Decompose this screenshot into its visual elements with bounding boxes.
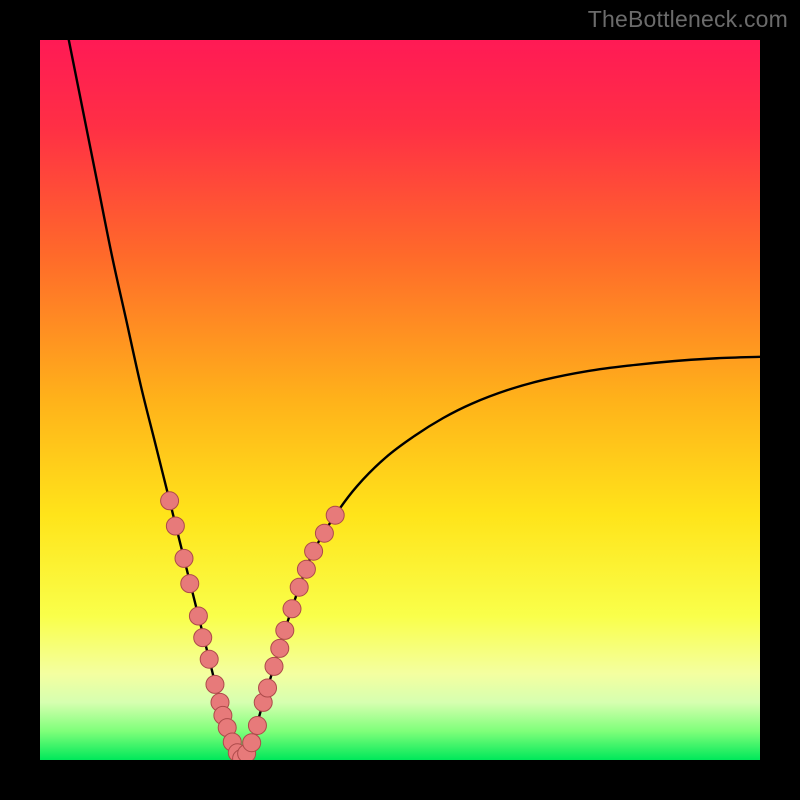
sample-dot bbox=[161, 492, 179, 510]
plot-area bbox=[40, 40, 760, 760]
sample-dot bbox=[283, 600, 301, 618]
sample-dot bbox=[181, 575, 199, 593]
sample-dot bbox=[166, 517, 184, 535]
sample-dot bbox=[200, 650, 218, 668]
sample-dot bbox=[276, 621, 294, 639]
sample-dot bbox=[189, 607, 207, 625]
sample-dot bbox=[326, 506, 344, 524]
sample-dot bbox=[305, 542, 323, 560]
watermark-text: TheBottleneck.com bbox=[588, 6, 788, 33]
sample-dot bbox=[259, 679, 277, 697]
sample-dot bbox=[194, 629, 212, 647]
curve-layer bbox=[40, 40, 760, 760]
sample-dots-group bbox=[161, 492, 345, 760]
bottleneck-curve bbox=[69, 40, 760, 760]
sample-dot bbox=[265, 657, 283, 675]
sample-dot bbox=[243, 734, 261, 752]
sample-dot bbox=[315, 524, 333, 542]
sample-dot bbox=[297, 560, 315, 578]
sample-dot bbox=[248, 716, 266, 734]
sample-dot bbox=[290, 578, 308, 596]
sample-dot bbox=[175, 549, 193, 567]
sample-dot bbox=[206, 675, 224, 693]
sample-dot bbox=[271, 639, 289, 657]
outer-frame: TheBottleneck.com bbox=[0, 0, 800, 800]
